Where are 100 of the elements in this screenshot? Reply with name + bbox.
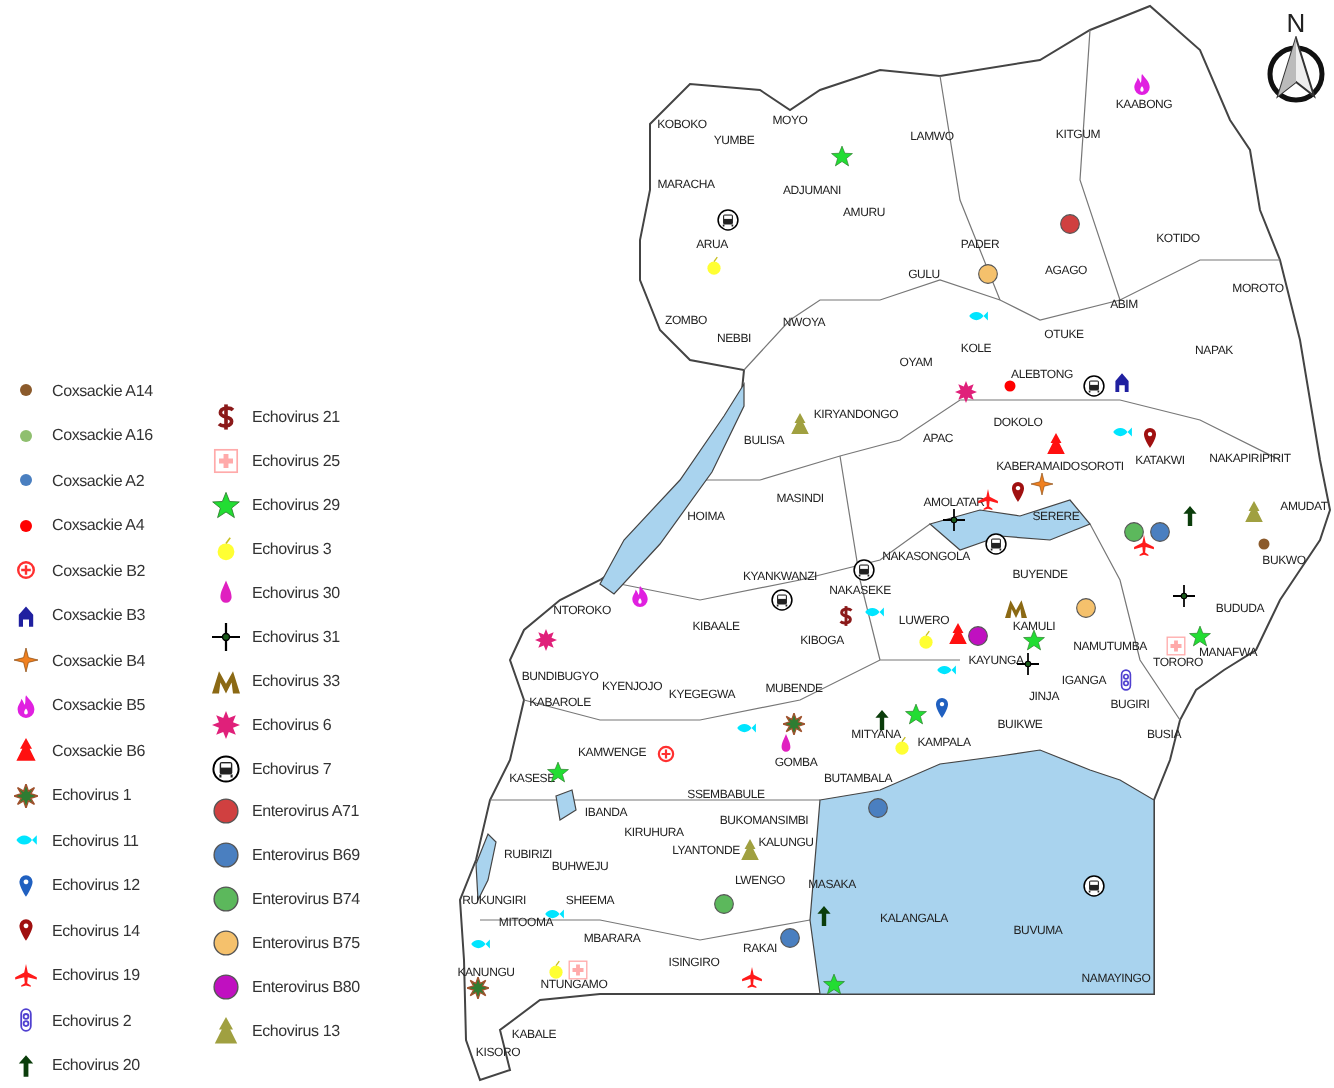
circle-icon <box>713 893 735 915</box>
target-icon <box>655 743 677 765</box>
tree-icon <box>1243 501 1265 523</box>
lake <box>555 789 577 821</box>
apple-icon <box>915 629 937 651</box>
legend-label: Coxsackie B5 <box>52 696 146 715</box>
apple-icon <box>891 735 913 757</box>
arrow-icon <box>1179 505 1201 527</box>
legend-label: Enterovirus B69 <box>252 846 360 865</box>
star-icon <box>1023 629 1045 651</box>
circle-icon <box>867 797 889 819</box>
hospital-icon <box>567 959 589 981</box>
legend-label: Coxsackie A2 <box>52 471 145 490</box>
legend-label: Coxsackie A4 <box>52 516 145 535</box>
flower-icon <box>955 381 977 403</box>
crosshair-icon <box>212 621 240 652</box>
plane-icon <box>14 963 38 988</box>
star-icon <box>831 145 853 167</box>
apple-icon <box>703 255 725 277</box>
bus-icon <box>853 559 875 581</box>
arrow-icon <box>871 709 893 731</box>
north-label: N <box>1286 10 1306 36</box>
legend-label: Echovirus 2 <box>52 1011 132 1030</box>
dollar-icon <box>835 605 857 627</box>
legend-label: Coxsackie B6 <box>52 741 146 760</box>
circle-icon <box>212 840 240 871</box>
legend-label: Echovirus 33 <box>252 671 340 690</box>
legend-label: Enterovirus B75 <box>252 934 360 953</box>
crosshair-icon <box>1173 585 1195 607</box>
burst-icon <box>467 977 489 999</box>
target-icon <box>14 558 38 583</box>
sparkle-icon <box>14 648 38 673</box>
tree-icon <box>212 1015 240 1046</box>
legend-label: Coxsackie A16 <box>52 426 153 445</box>
legend-label: Enterovirus B74 <box>252 890 360 909</box>
pin-icon <box>14 873 38 898</box>
circle-icon <box>212 796 240 827</box>
legend-label: Echovirus 21 <box>252 408 340 427</box>
legend-label: Echovirus 20 <box>52 1056 140 1075</box>
hospital-icon <box>1165 635 1187 657</box>
dollar-icon <box>212 402 240 433</box>
bus-icon <box>1083 375 1105 397</box>
legend-label: Coxsackie A14 <box>52 381 153 400</box>
plane-icon <box>741 967 763 989</box>
house-icon <box>14 603 38 628</box>
hospital-icon <box>212 446 240 477</box>
bus-icon <box>1083 875 1105 897</box>
legend-label: Enterovirus B80 <box>252 978 360 997</box>
arrow-icon <box>14 1053 38 1078</box>
circle-icon <box>212 972 240 1003</box>
circle-icon <box>1123 521 1145 543</box>
arrow-icon <box>813 905 835 927</box>
legend-label: Echovirus 31 <box>252 627 340 646</box>
legend-label: Echovirus 30 <box>252 584 340 602</box>
dot-icon <box>1253 533 1275 555</box>
house-icon <box>1111 371 1133 393</box>
circle-icon <box>212 884 240 915</box>
burst-icon <box>783 713 805 735</box>
legend-label: Echovirus 11 <box>52 831 139 850</box>
capsule-icon <box>14 1008 38 1033</box>
tree-icon <box>947 623 969 645</box>
legend-label: Echovirus 29 <box>252 496 340 515</box>
legend-label: Echovirus 25 <box>252 452 340 471</box>
apple-icon <box>212 534 240 565</box>
circle-icon <box>779 927 801 949</box>
capsule-icon <box>1115 669 1137 691</box>
legend-label: Echovirus 12 <box>52 876 140 895</box>
bus-icon <box>771 589 793 611</box>
legend-label: Echovirus 14 <box>52 921 140 940</box>
legend-label: Echovirus 6 <box>252 715 332 734</box>
star-icon <box>905 703 927 725</box>
flame-icon <box>629 585 651 607</box>
legend-label: Echovirus 19 <box>52 966 140 985</box>
star-icon <box>212 490 240 521</box>
pin-icon <box>931 697 953 719</box>
dot-icon <box>999 375 1021 397</box>
pin-icon <box>1007 481 1029 503</box>
tree-icon <box>1045 433 1067 455</box>
circle-icon <box>1149 521 1171 543</box>
apple-icon <box>545 959 567 981</box>
circle-icon <box>1075 597 1097 619</box>
legend-label: Coxsackie B3 <box>52 606 146 625</box>
pin-icon <box>14 918 38 943</box>
legend-label: Echovirus 13 <box>252 1021 340 1040</box>
sparkle-icon <box>1031 473 1053 495</box>
circle-icon <box>967 625 989 647</box>
burst-icon <box>14 783 38 808</box>
crosshair-icon <box>943 509 965 531</box>
circle-icon <box>212 928 240 959</box>
bus-icon <box>717 209 739 231</box>
star-icon <box>823 973 845 995</box>
compass-icon <box>1262 36 1330 104</box>
circle-icon <box>1059 213 1081 235</box>
legend-label: Enterovirus A71 <box>252 802 359 821</box>
circle-icon <box>977 263 999 285</box>
moth-icon <box>1005 597 1027 619</box>
star-icon <box>1189 625 1211 647</box>
legend-label: Echovirus 7 <box>252 759 332 778</box>
tree-icon <box>14 738 38 763</box>
legend-label: Coxsackie B4 <box>52 651 146 670</box>
